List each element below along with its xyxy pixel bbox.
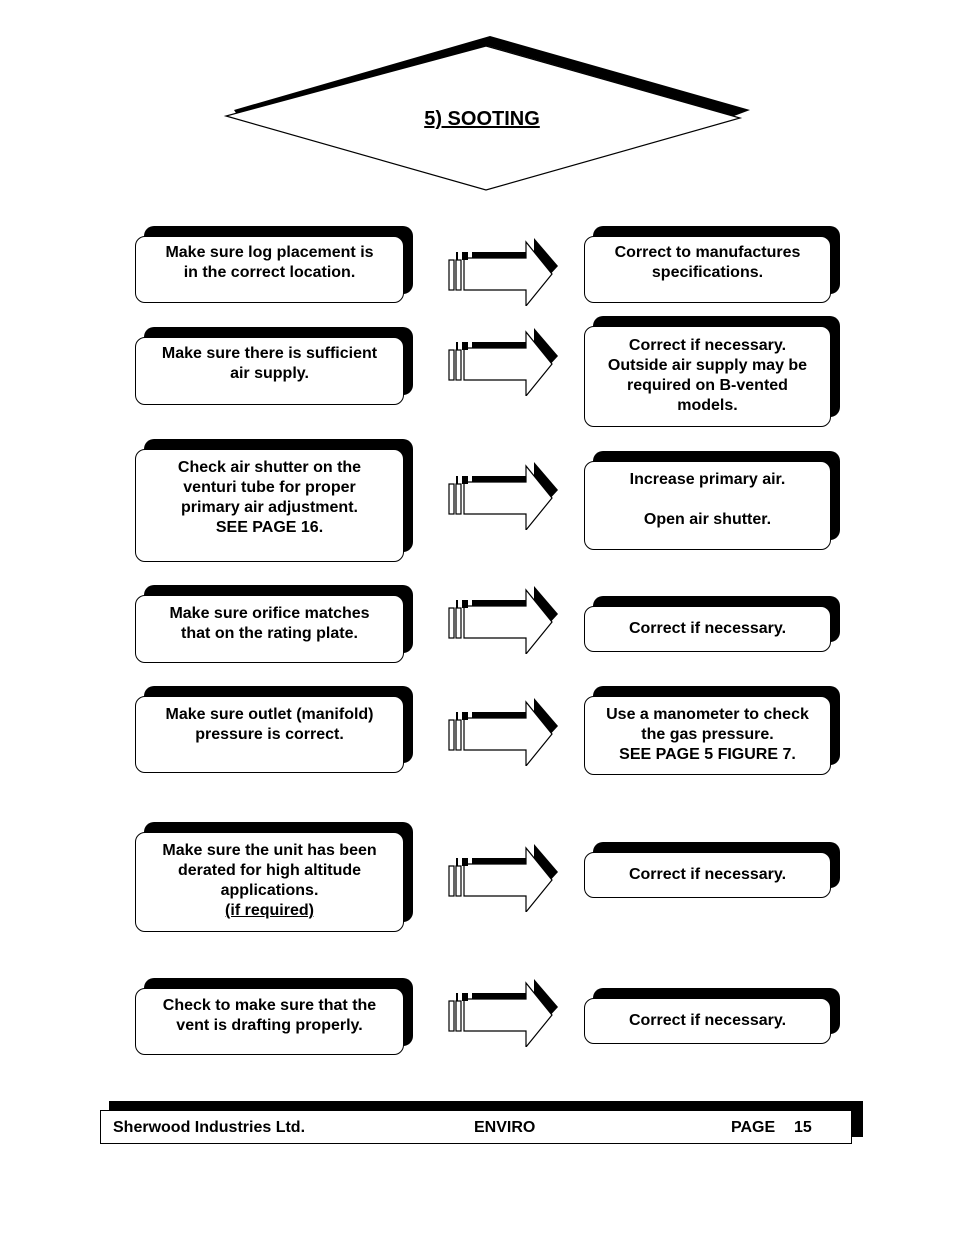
check-text: Check air shutter on the venturi tube fo… bbox=[177, 459, 362, 536]
right-arrow-icon bbox=[448, 328, 558, 396]
action-text: Correct if necessary. bbox=[628, 620, 787, 637]
footer-page-label: PAGE bbox=[731, 1119, 776, 1136]
action-text: Correct to manufactures specifications. bbox=[614, 244, 801, 281]
check-box-1: Make sure log placement is in the correc… bbox=[135, 236, 404, 303]
action-box-4: Correct if necessary. bbox=[584, 606, 831, 652]
check-text: Make sure there is sufficient air supply… bbox=[161, 345, 378, 382]
action-text: Increase primary air. Open air shutter. bbox=[629, 471, 786, 528]
check-box-3: Check air shutter on the venturi tube fo… bbox=[135, 449, 404, 562]
right-arrow-icon bbox=[448, 844, 558, 912]
check-box-6: Make sure the unit has been derated for … bbox=[135, 832, 404, 932]
action-text: Correct if necessary. bbox=[628, 1012, 787, 1029]
right-arrow-icon bbox=[448, 698, 558, 766]
action-box-1: Correct to manufactures specifications. bbox=[584, 236, 831, 303]
check-text-main: Make sure the unit has been derated for … bbox=[162, 842, 377, 899]
check-box-4: Make sure orifice matches that on the ra… bbox=[135, 595, 404, 663]
right-arrow-icon bbox=[448, 979, 558, 1047]
action-box-5: Use a manometer to check the gas pressur… bbox=[584, 696, 831, 775]
page-title: 5) SOOTING bbox=[424, 108, 540, 130]
check-box-7: Check to make sure that the vent is draf… bbox=[135, 988, 404, 1055]
check-text: Make sure log placement is in the correc… bbox=[165, 244, 374, 281]
check-box-2: Make sure there is sufficient air supply… bbox=[135, 337, 404, 405]
footer-company: Sherwood Industries Ltd. bbox=[113, 1119, 306, 1136]
action-box-6: Correct if necessary. bbox=[584, 852, 831, 898]
page-footer: Sherwood Industries Ltd. ENVIRO PAGE 15 bbox=[100, 1110, 852, 1144]
check-text: Check to make sure that the vent is draf… bbox=[162, 997, 377, 1034]
check-box-5: Make sure outlet (manifold) pressure is … bbox=[135, 696, 404, 773]
action-text: Correct if necessary. bbox=[628, 866, 787, 883]
right-arrow-icon bbox=[448, 238, 558, 306]
action-box-7: Correct if necessary. bbox=[584, 998, 831, 1044]
check-text: Make sure the unit has been derated for … bbox=[162, 841, 376, 921]
right-arrow-icon bbox=[448, 586, 558, 654]
right-arrow-icon bbox=[448, 462, 558, 530]
footer-page-number: 15 bbox=[794, 1119, 812, 1136]
check-text: Make sure outlet (manifold) pressure is … bbox=[165, 706, 374, 743]
action-box-3: Increase primary air. Open air shutter. bbox=[584, 461, 831, 550]
action-text: Correct if necessary. Outside air supply… bbox=[607, 337, 808, 414]
action-text: Use a manometer to check the gas pressur… bbox=[606, 706, 809, 763]
check-note: (if required) bbox=[225, 902, 314, 919]
footer-product: ENVIRO bbox=[474, 1119, 536, 1136]
action-box-2: Correct if necessary. Outside air supply… bbox=[584, 326, 831, 427]
check-text: Make sure orifice matches that on the ra… bbox=[169, 605, 370, 642]
